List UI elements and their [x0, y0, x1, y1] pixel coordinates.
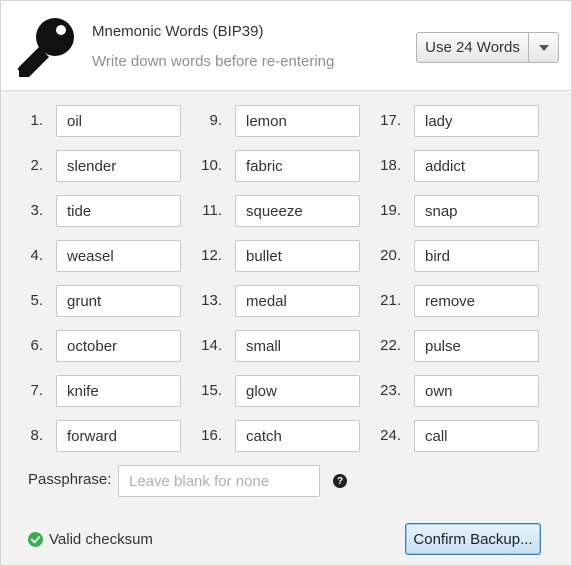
word-number: 13. — [201, 292, 222, 309]
word-input[interactable] — [235, 420, 360, 452]
word-count-select[interactable]: Use 24 Words — [416, 32, 559, 63]
word-input[interactable] — [56, 195, 181, 227]
word-number: 19. — [380, 202, 401, 219]
checksum-status: Valid checksum — [49, 531, 153, 548]
word-input[interactable] — [235, 150, 360, 182]
word-input[interactable] — [414, 150, 539, 182]
word-input[interactable] — [56, 285, 181, 317]
word-number: 2. — [30, 157, 43, 174]
confirm-backup-button[interactable]: Confirm Backup... — [405, 523, 541, 555]
word-number: 14. — [201, 337, 222, 354]
word-number: 5. — [30, 292, 43, 309]
word-input[interactable] — [414, 240, 539, 272]
word-count-selected: Use 24 Words — [417, 33, 529, 62]
word-input[interactable] — [414, 375, 539, 407]
word-number: 24. — [380, 427, 401, 444]
word-number: 11. — [202, 202, 222, 219]
passphrase-label: Passphrase: — [28, 471, 112, 488]
word-input[interactable] — [56, 150, 181, 182]
word-input[interactable] — [414, 195, 539, 227]
question-circle-icon[interactable]: ? — [333, 474, 347, 488]
word-number: 12. — [201, 247, 222, 264]
word-number: 18. — [380, 157, 401, 174]
word-input[interactable] — [56, 420, 181, 452]
word-number: 3. — [30, 202, 43, 219]
word-number: 17. — [380, 112, 401, 129]
word-input[interactable] — [56, 240, 181, 272]
mnemonic-dialog: Mnemonic Words (BIP39) Write down words … — [0, 0, 572, 566]
word-input[interactable] — [56, 330, 181, 362]
word-input[interactable] — [56, 105, 181, 137]
word-number: 22. — [380, 337, 401, 354]
header: Mnemonic Words (BIP39) Write down words … — [1, 1, 571, 91]
word-number: 8. — [30, 427, 43, 444]
word-number: 4. — [30, 247, 43, 264]
word-number: 7. — [30, 382, 43, 399]
word-input[interactable] — [414, 420, 539, 452]
word-input[interactable] — [235, 240, 360, 272]
word-number: 6. — [30, 337, 43, 354]
word-input[interactable] — [235, 195, 360, 227]
word-input[interactable] — [56, 375, 181, 407]
word-number: 1. — [30, 112, 43, 129]
word-input[interactable] — [414, 330, 539, 362]
word-number: 15. — [201, 382, 222, 399]
word-number: 10. — [201, 157, 222, 174]
dialog-subtitle: Write down words before re-entering — [92, 53, 335, 70]
dialog-title: Mnemonic Words (BIP39) — [92, 23, 264, 40]
word-number: 21. — [380, 292, 401, 309]
word-number: 9. — [209, 112, 222, 129]
word-input[interactable] — [235, 330, 360, 362]
word-input[interactable] — [235, 105, 360, 137]
check-circle-icon — [28, 532, 43, 547]
chevron-down-icon — [538, 44, 549, 51]
word-number: 20. — [380, 247, 401, 264]
word-number: 16. — [201, 427, 222, 444]
word-input[interactable] — [235, 375, 360, 407]
word-input[interactable] — [414, 285, 539, 317]
word-input[interactable] — [414, 105, 539, 137]
word-number: 23. — [380, 382, 401, 399]
word-input[interactable] — [235, 285, 360, 317]
key-icon — [17, 18, 74, 77]
dropdown-toggle[interactable] — [529, 33, 558, 62]
passphrase-input[interactable] — [118, 465, 320, 497]
